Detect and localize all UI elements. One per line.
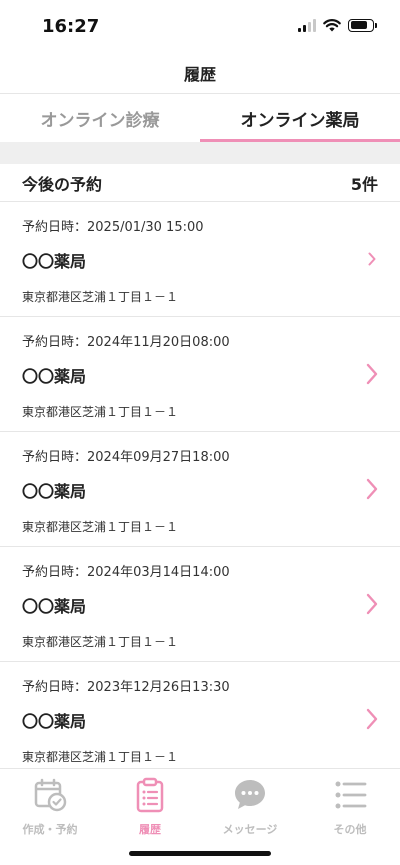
tabbar-label: 履歴 — [139, 823, 161, 836]
tab-online-pharmacy[interactable]: オンライン薬局 — [200, 94, 400, 142]
status-icons — [298, 18, 377, 32]
reservation-count: 5件 — [350, 174, 378, 194]
reservation-item[interactable]: 予約日時：2025/01/30 15:00 〇〇薬局 東京都港区芝浦１丁目１－１ — [0, 202, 400, 317]
tabbar-label: その他 — [333, 823, 367, 836]
nav-header: 履歴 — [0, 52, 400, 94]
reservation-item[interactable]: 予約日時：2023年12月26日13:30 〇〇薬局 東京都港区芝浦１丁目１－１ — [0, 662, 400, 768]
pharmacy-name: 〇〇薬局 — [22, 252, 87, 271]
pharmacy-address: 東京都港区芝浦１丁目１－１ — [22, 750, 179, 764]
calendar-check-icon — [34, 778, 67, 812]
tabbar-label: 作成・予約 — [22, 823, 78, 836]
reservation-list: 予約日時：2025/01/30 15:00 〇〇薬局 東京都港区芝浦１丁目１－１… — [0, 202, 400, 768]
reservation-date: 予約日時：2025/01/30 15:00 — [22, 220, 204, 235]
battery-icon — [348, 18, 377, 32]
status-bar: 16:27 — [0, 0, 400, 52]
tab-online-consultation[interactable]: オンライン診療 — [0, 94, 200, 142]
tabbar-label: メッセージ — [222, 823, 278, 836]
tabbar-create-reserve[interactable]: 作成・予約 — [0, 769, 100, 839]
chevron-right-icon — [366, 478, 378, 500]
reservation-item[interactable]: 予約日時：2024年11月20日08:00 〇〇薬局 東京都港区芝浦１丁目１－１ — [0, 317, 400, 432]
pharmacy-address: 東京都港区芝浦１丁目１－１ — [22, 520, 179, 534]
pharmacy-address: 東京都港区芝浦１丁目１－１ — [22, 405, 179, 419]
reservation-item[interactable]: 予約日時：2024年09月27日18:00 〇〇薬局 東京都港区芝浦１丁目１－１ — [0, 432, 400, 547]
pharmacy-name: 〇〇薬局 — [22, 712, 87, 731]
status-time: 16:27 — [42, 16, 100, 37]
list-menu-icon — [335, 781, 367, 809]
chevron-right-icon — [366, 363, 378, 385]
pharmacy-address: 東京都港区芝浦１丁目１－１ — [22, 635, 179, 649]
segment-tabs: オンライン診療 オンライン薬局 — [0, 94, 400, 142]
pharmacy-address: 東京都港区芝浦１丁目１－１ — [22, 290, 179, 304]
chevron-right-icon — [368, 252, 376, 266]
tabbar-other[interactable]: その他 — [300, 769, 400, 839]
chevron-right-icon — [366, 708, 378, 730]
section-divider — [0, 142, 400, 164]
reservation-date: 予約日時：2024年03月14日14:00 — [22, 565, 230, 580]
reservation-date: 予約日時：2024年09月27日18:00 — [22, 450, 230, 465]
bottom-tab-bar: 作成・予約 履歴 メッセージ その他 — [0, 768, 400, 865]
chat-bubble-icon — [235, 780, 265, 809]
tabbar-message[interactable]: メッセージ — [200, 769, 300, 839]
section-title: 今後の予約 — [22, 174, 103, 194]
reservation-item[interactable]: 予約日時：2024年03月14日14:00 〇〇薬局 東京都港区芝浦１丁目１－１ — [0, 547, 400, 662]
cellular-signal-icon — [298, 18, 316, 32]
pharmacy-name: 〇〇薬局 — [22, 367, 87, 386]
tabbar-history[interactable]: 履歴 — [100, 769, 200, 839]
pharmacy-name: 〇〇薬局 — [22, 482, 87, 501]
pharmacy-name: 〇〇薬局 — [22, 597, 87, 616]
wifi-icon — [323, 19, 341, 32]
home-indicator — [129, 851, 271, 856]
chevron-right-icon — [366, 593, 378, 615]
reservation-date: 予約日時：2023年12月26日13:30 — [22, 680, 230, 695]
clipboard-list-icon — [136, 777, 164, 813]
reservation-date: 予約日時：2024年11月20日08:00 — [22, 335, 230, 350]
page-title: 履歴 — [183, 64, 216, 84]
section-header: 今後の予約 5件 — [0, 164, 400, 202]
